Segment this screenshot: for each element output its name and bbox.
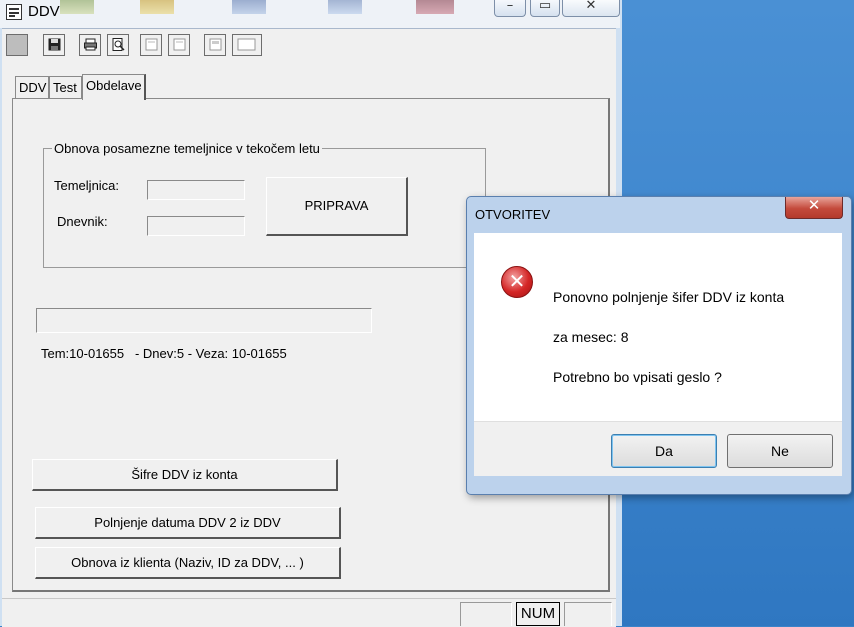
toolbar-button-page[interactable] <box>140 34 162 56</box>
progress-bar <box>36 308 372 333</box>
app-icon <box>6 4 22 20</box>
dialog-message-line: za mesec: 8 <box>553 329 629 345</box>
page-copy-icon <box>173 38 186 51</box>
group-box-temeljnica <box>43 148 486 268</box>
temeljnica-label: Temeljnica: <box>54 178 120 193</box>
desktop-icon <box>328 0 362 14</box>
desktop-icon <box>416 0 454 14</box>
tab-test[interactable]: Test <box>49 76 82 98</box>
pripava-button[interactable]: PRIPRAVA <box>266 177 408 236</box>
print-button[interactable] <box>79 34 101 56</box>
obnova-iz-klienta-button[interactable]: Obnova iz klienta (Naziv, ID za DDV, ...… <box>35 547 341 579</box>
toolbar-button-blank[interactable] <box>232 34 262 56</box>
num-lock-label: NUM <box>520 605 556 622</box>
print-icon <box>84 38 97 51</box>
save-icon <box>48 38 61 51</box>
temeljnica-field[interactable] <box>147 180 245 200</box>
status-pane <box>564 602 612 626</box>
save-button[interactable] <box>43 34 65 56</box>
dnevnik-field[interactable] <box>147 216 245 236</box>
tab-obdelave[interactable]: Obdelave <box>82 74 146 100</box>
yes-button[interactable]: Da <box>611 434 717 468</box>
group-box-title: Obnova posamezne temeljnice v tekočem le… <box>52 141 322 156</box>
tab-label: DDV <box>19 80 47 95</box>
close-icon: ✕ <box>807 196 821 214</box>
toolbar-button-page-2[interactable] <box>204 34 226 56</box>
restore-icon: ▭ <box>538 0 552 13</box>
print-preview-icon <box>112 38 125 51</box>
maximize-button[interactable]: ▭ <box>530 0 560 17</box>
error-icon: ✕ <box>501 266 533 298</box>
info-text: Tem:10-01655 - Dnev:5 - Veza: 10-01655 <box>41 346 287 361</box>
status-pane <box>460 602 512 626</box>
close-icon: ✕ <box>585 0 597 13</box>
dialog-message-line: Ponovno polnjenje šifer DDV iz konta <box>553 289 785 305</box>
window-title: DDV <box>28 3 60 20</box>
page-icon <box>145 38 158 51</box>
message-dialog: OTVORITEV ✕ ✕ Ponovno polnjenje šifer DD… <box>466 196 852 495</box>
dnevnik-label: Dnevnik: <box>57 214 108 229</box>
dialog-message-line: Potrebno bo vpisati geslo ? <box>553 369 722 385</box>
desktop-icon <box>232 0 266 14</box>
minimize-icon: – <box>506 0 514 13</box>
dialog-close-button[interactable]: ✕ <box>785 196 843 219</box>
dialog-title: OTVORITEV <box>475 207 551 222</box>
dialog-body <box>474 233 842 421</box>
tab-label: Test <box>53 80 77 95</box>
sifre-ddv-button[interactable]: Šifre DDV iz konta <box>32 459 338 491</box>
num-lock-indicator: NUM <box>516 602 560 626</box>
print-preview-button[interactable] <box>107 34 129 56</box>
polnjenje-datuma-button[interactable]: Polnjenje datuma DDV 2 iz DDV <box>35 507 341 539</box>
tab-ddv[interactable]: DDV <box>15 76 49 98</box>
tab-label: Obdelave <box>86 78 142 93</box>
close-button[interactable]: ✕ <box>562 0 620 17</box>
page-icon <box>209 38 222 51</box>
toolbar-button[interactable] <box>6 34 28 56</box>
toolbar-button-page-copy[interactable] <box>168 34 190 56</box>
page-blank-icon <box>237 38 256 51</box>
desktop-icon <box>60 0 94 14</box>
no-button[interactable]: Ne <box>727 434 833 468</box>
desktop-icon <box>140 0 174 14</box>
minimize-button[interactable]: – <box>494 0 526 17</box>
